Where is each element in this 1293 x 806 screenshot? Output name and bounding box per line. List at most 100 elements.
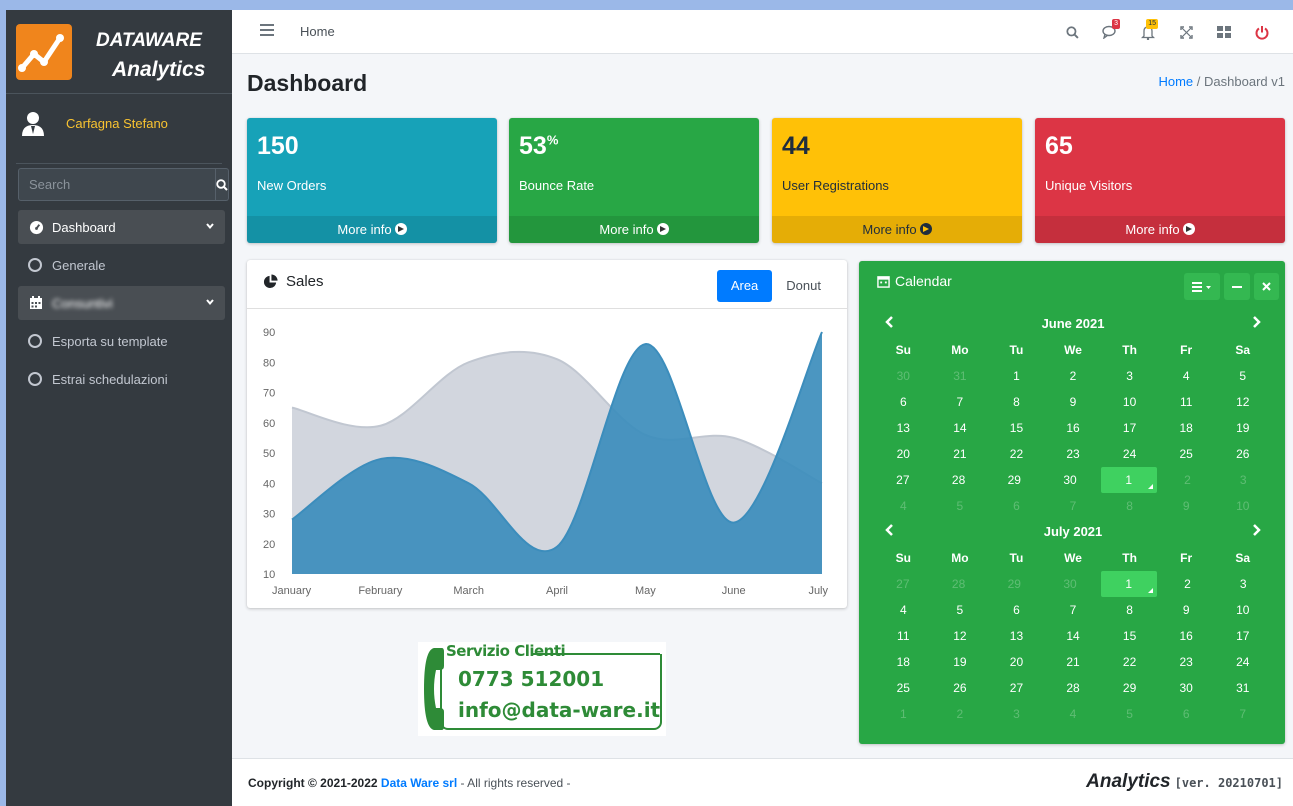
day-cell[interactable]: 7 — [1045, 493, 1102, 519]
day-cell[interactable]: 3 — [1215, 467, 1271, 493]
day-cell[interactable]: 6 — [875, 389, 932, 415]
day-cell[interactable]: 1 — [988, 363, 1045, 389]
day-cell-today[interactable]: 1 — [1100, 467, 1157, 493]
day-cell[interactable]: 30 — [875, 363, 932, 389]
day-cell[interactable]: 4 — [1158, 363, 1215, 389]
day-cell[interactable]: 22 — [1101, 649, 1158, 675]
day-cell[interactable]: 2 — [1160, 467, 1216, 493]
day-cell[interactable]: 14 — [932, 415, 989, 441]
day-cell[interactable]: 5 — [1214, 363, 1271, 389]
search-input[interactable] — [18, 168, 216, 201]
more-info-link[interactable]: More info — [509, 216, 759, 243]
day-cell[interactable]: 21 — [1045, 649, 1102, 675]
day-cell[interactable]: 7 — [1045, 597, 1102, 623]
day-cell[interactable]: 18 — [1158, 415, 1215, 441]
day-cell[interactable]: 9 — [1158, 493, 1215, 519]
day-cell[interactable]: 23 — [1045, 441, 1102, 467]
menu-toggle-icon[interactable] — [260, 23, 274, 37]
sidebar-item-estrai[interactable]: Estrai schedulazioni — [18, 362, 225, 396]
day-cell[interactable]: 17 — [1214, 623, 1271, 649]
day-cell[interactable]: 27 — [988, 675, 1045, 701]
day-cell[interactable]: 31 — [1214, 675, 1271, 701]
sidebar-item-consuntivi[interactable]: Consuntivi — [18, 286, 225, 320]
power-icon[interactable] — [1243, 21, 1281, 43]
day-cell[interactable]: 7 — [1214, 701, 1271, 727]
day-cell[interactable]: 21 — [932, 441, 989, 467]
day-cell[interactable]: 27 — [875, 571, 931, 597]
day-cell[interactable]: 18 — [875, 649, 932, 675]
day-cell[interactable]: 28 — [1045, 675, 1102, 701]
day-cell[interactable]: 24 — [1101, 441, 1158, 467]
chevron-right-icon[interactable] — [1251, 315, 1261, 329]
day-cell[interactable]: 6 — [988, 493, 1045, 519]
expand-icon[interactable] — [1167, 21, 1205, 43]
day-cell[interactable]: 25 — [875, 675, 932, 701]
day-cell[interactable]: 19 — [1214, 415, 1271, 441]
day-cell[interactable]: 10 — [1101, 389, 1158, 415]
day-cell[interactable]: 28 — [931, 571, 987, 597]
grid-icon[interactable] — [1205, 21, 1243, 43]
day-cell[interactable]: 29 — [986, 571, 1042, 597]
day-cell[interactable]: 30 — [1042, 467, 1098, 493]
day-cell[interactable]: 12 — [1214, 389, 1271, 415]
day-cell[interactable]: 5 — [932, 597, 989, 623]
day-cell[interactable]: 13 — [875, 415, 932, 441]
day-cell[interactable]: 23 — [1158, 649, 1215, 675]
day-cell[interactable]: 1 — [875, 701, 932, 727]
day-cell[interactable]: 22 — [988, 441, 1045, 467]
sidebar-item-dashboard[interactable]: Dashboard — [18, 210, 225, 244]
day-cell[interactable]: 20 — [875, 441, 932, 467]
day-cell[interactable]: 4 — [1045, 701, 1102, 727]
day-cell[interactable]: 4 — [875, 493, 932, 519]
comments-icon[interactable]: 3 — [1091, 19, 1129, 43]
search-icon[interactable] — [1053, 21, 1091, 43]
calendar-menu-button[interactable] — [1184, 273, 1220, 300]
day-cell[interactable]: 24 — [1214, 649, 1271, 675]
day-cell[interactable]: 6 — [988, 597, 1045, 623]
day-cell[interactable]: 5 — [1101, 701, 1158, 727]
footer-company-link[interactable]: Data Ware srl — [381, 776, 457, 790]
day-cell[interactable]: 2 — [1045, 363, 1102, 389]
day-cell[interactable]: 15 — [1101, 623, 1158, 649]
day-cell[interactable]: 6 — [1158, 701, 1215, 727]
day-cell[interactable]: 2 — [1160, 571, 1216, 597]
day-cell-today[interactable]: 1 — [1100, 571, 1157, 597]
day-cell[interactable]: 10 — [1214, 597, 1271, 623]
sidebar-item-esporta[interactable]: Esporta su template — [18, 324, 225, 358]
user-panel[interactable]: Carfagna Stefano — [16, 94, 222, 164]
day-cell[interactable]: 27 — [875, 467, 931, 493]
day-cell[interactable]: 28 — [931, 467, 987, 493]
more-info-link[interactable]: More info — [772, 216, 1022, 243]
day-cell[interactable]: 26 — [932, 675, 989, 701]
day-cell[interactable]: 15 — [988, 415, 1045, 441]
bell-icon[interactable]: 15 — [1129, 19, 1167, 43]
day-cell[interactable]: 3 — [1101, 363, 1158, 389]
day-cell[interactable]: 13 — [988, 623, 1045, 649]
day-cell[interactable]: 19 — [932, 649, 989, 675]
day-cell[interactable]: 30 — [1158, 675, 1215, 701]
day-cell[interactable]: 2 — [932, 701, 989, 727]
day-cell[interactable]: 25 — [1158, 441, 1215, 467]
remove-button[interactable] — [1254, 273, 1279, 300]
tab-area[interactable]: Area — [716, 270, 773, 302]
search-button[interactable] — [216, 168, 229, 201]
brand[interactable]: DATAWARE Analytics — [6, 10, 232, 94]
collapse-button[interactable] — [1224, 273, 1250, 300]
day-cell[interactable]: 20 — [988, 649, 1045, 675]
day-cell[interactable]: 8 — [1101, 597, 1158, 623]
day-cell[interactable]: 5 — [932, 493, 989, 519]
day-cell[interactable]: 3 — [1215, 571, 1271, 597]
day-cell[interactable]: 11 — [875, 623, 932, 649]
day-cell[interactable]: 29 — [1101, 675, 1158, 701]
more-info-link[interactable]: More info — [1035, 216, 1285, 243]
day-cell[interactable]: 9 — [1045, 389, 1102, 415]
day-cell[interactable]: 7 — [932, 389, 989, 415]
day-cell[interactable]: 8 — [988, 389, 1045, 415]
day-cell[interactable]: 29 — [986, 467, 1042, 493]
breadcrumb-home[interactable]: Home — [1158, 74, 1193, 89]
day-cell[interactable]: 8 — [1101, 493, 1158, 519]
banner-phone[interactable]: 0773 512001 — [458, 667, 604, 691]
day-cell[interactable]: 17 — [1101, 415, 1158, 441]
chevron-right-icon[interactable] — [1251, 523, 1261, 537]
day-cell[interactable]: 14 — [1045, 623, 1102, 649]
